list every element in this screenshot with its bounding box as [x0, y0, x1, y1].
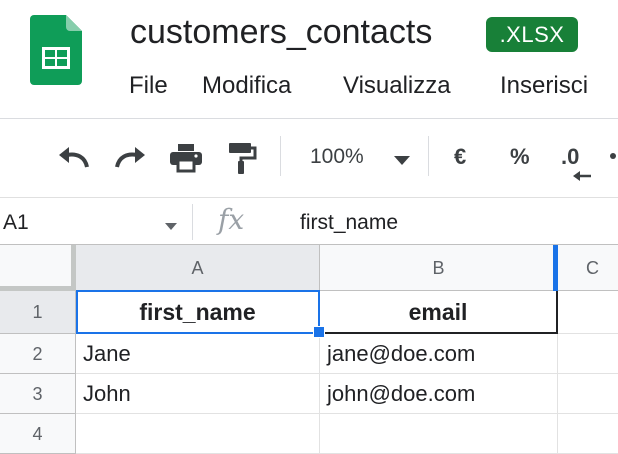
fx-icon: fx: [218, 203, 245, 236]
menu-visualizza[interactable]: Visualizza: [343, 71, 451, 101]
menu-file[interactable]: File: [129, 71, 168, 101]
cell-c1[interactable]: [558, 291, 618, 334]
toolbar-divider: [428, 136, 429, 176]
menu-inserisci[interactable]: Inserisci: [500, 71, 588, 101]
zoom-chevron-down-icon[interactable]: [394, 153, 410, 171]
toolbar-divider: [280, 136, 281, 176]
redo-icon[interactable]: [110, 140, 150, 176]
undo-icon[interactable]: [54, 140, 94, 176]
menu-modifica[interactable]: Modifica: [202, 71, 291, 101]
select-all-corner[interactable]: [0, 245, 76, 291]
cell-c3[interactable]: [558, 374, 618, 414]
selection-border: [76, 290, 320, 334]
fill-handle[interactable]: [313, 326, 325, 338]
name-box-value: A1: [3, 211, 29, 234]
column-resize-handle[interactable]: [553, 245, 558, 291]
cell-b4[interactable]: [320, 414, 558, 454]
cell-a2[interactable]: Jane: [76, 334, 320, 374]
paint-format-icon[interactable]: [222, 140, 262, 176]
row-header-2[interactable]: 2: [0, 334, 76, 374]
name-box-chevron-down-icon[interactable]: [165, 218, 177, 236]
percent-format-button[interactable]: %: [510, 143, 530, 171]
print-icon[interactable]: [166, 140, 206, 176]
currency-format-button[interactable]: €: [454, 143, 466, 171]
formula-bar-top-border: [0, 197, 618, 198]
row-header-3[interactable]: 3: [0, 374, 76, 414]
cell-b3[interactable]: john@doe.com: [320, 374, 558, 414]
row-header-1[interactable]: 1: [0, 291, 76, 334]
more-decimal-icon[interactable]: [610, 153, 616, 159]
cell-a4[interactable]: [76, 414, 320, 454]
cell-c4[interactable]: [558, 414, 618, 454]
decrease-decimal-button[interactable]: .0: [561, 143, 579, 171]
cell-b1[interactable]: email: [320, 291, 558, 334]
row-header-4[interactable]: 4: [0, 414, 76, 454]
arrow-left-icon: [572, 169, 592, 187]
column-header-c[interactable]: C: [558, 245, 618, 291]
formula-bar-divider: [192, 204, 193, 240]
zoom-select[interactable]: 100%: [310, 143, 364, 171]
file-format-badge: .XLSX: [486, 17, 578, 52]
column-header-b[interactable]: B: [320, 245, 558, 291]
cell-b2[interactable]: jane@doe.com: [320, 334, 558, 374]
cell-a3[interactable]: John: [76, 374, 320, 414]
google-sheets-logo-icon[interactable]: [30, 15, 82, 85]
column-header-a[interactable]: A: [76, 245, 320, 291]
document-title[interactable]: customers_contacts: [130, 12, 432, 52]
header-divider: [0, 118, 618, 119]
formula-input[interactable]: first_name: [300, 209, 398, 237]
cell-c2[interactable]: [558, 334, 618, 374]
